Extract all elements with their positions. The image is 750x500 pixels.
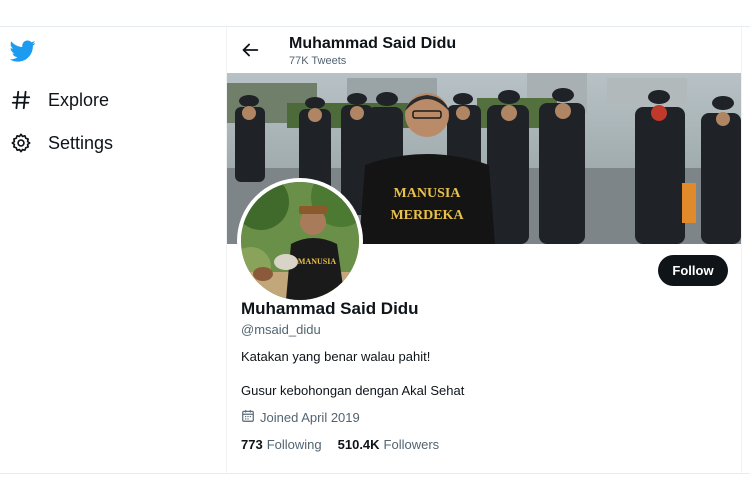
- header-tweet-count: 77K Tweets: [289, 55, 347, 67]
- joined-text: Joined April 2019: [260, 410, 360, 425]
- profile-bio-line2: Gusur kebohongan dengan Akal Sehat: [241, 383, 465, 398]
- profile-name: Muhammad Said Didu: [241, 299, 419, 318]
- banner-shirt-text-line1: MANUSIA: [394, 186, 462, 201]
- profile-avatar[interactable]: MANUSIA: [237, 178, 363, 304]
- profile-header-bar: Muhammad Said Didu 77K Tweets: [227, 27, 741, 73]
- following-label: Following: [266, 437, 322, 452]
- nav-item-label: Settings: [48, 132, 114, 153]
- banner-shirt-text-line2: MERDEKA: [390, 208, 464, 223]
- avatar-shirt-text: MANUSIA: [298, 257, 336, 266]
- back-arrow-icon[interactable]: [239, 39, 261, 61]
- profile-handle: @msaid_didu: [241, 322, 321, 337]
- followers-label: Followers: [383, 437, 440, 452]
- profile-column: Muhammad Said Didu 77K Tweets MANUSIA ME…: [226, 27, 742, 473]
- bottom-divider: [0, 473, 750, 474]
- follow-button[interactable]: Follow: [658, 255, 728, 286]
- gear-icon: [8, 130, 34, 156]
- following-link[interactable]: 773 Following: [241, 437, 322, 452]
- follow-stats: 773 Following 510.4K Followers: [241, 437, 439, 452]
- followers-link[interactable]: 510.4K Followers: [338, 437, 440, 452]
- nav-item-settings[interactable]: Settings: [8, 130, 113, 156]
- following-count: 773: [241, 437, 263, 452]
- header-name: Muhammad Said Didu: [289, 35, 457, 52]
- joined-date: Joined April 2019: [241, 409, 360, 426]
- followers-count: 510.4K: [337, 437, 380, 452]
- profile-bio-line1: Katakan yang benar walau pahit!: [241, 349, 431, 364]
- calendar-icon: [241, 409, 255, 426]
- nav-item-label: Explore: [48, 89, 110, 110]
- hashtag-icon: [8, 87, 34, 113]
- nav-item-explore[interactable]: Explore: [8, 87, 109, 113]
- twitter-logo-icon[interactable]: [9, 38, 36, 64]
